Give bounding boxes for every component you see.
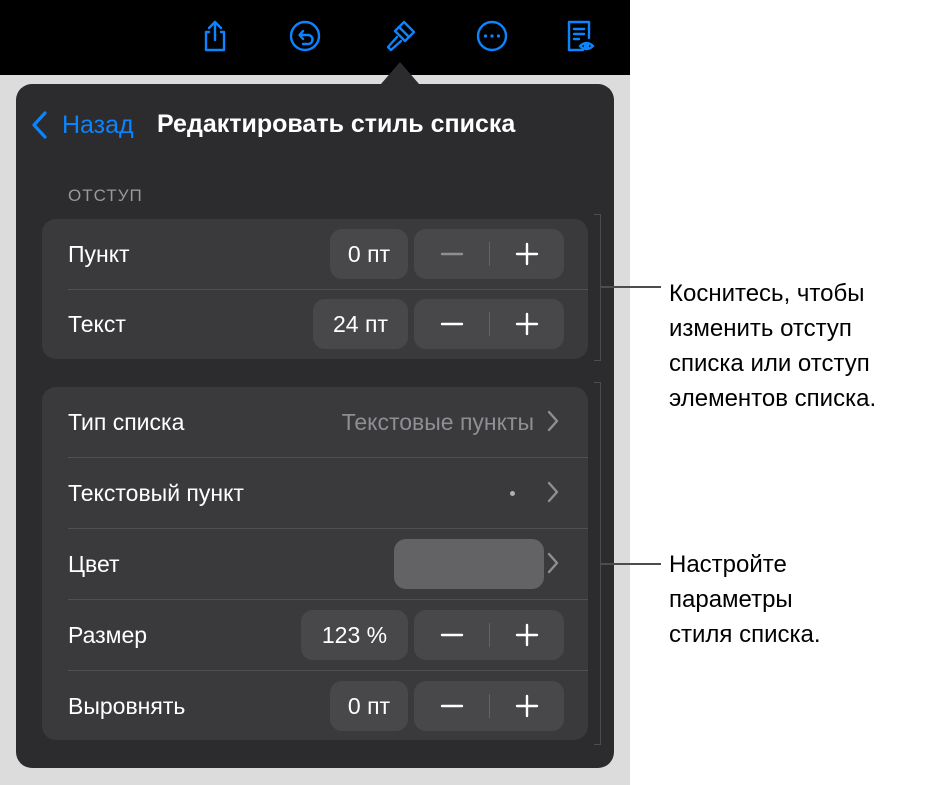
plus-icon — [515, 623, 538, 647]
callout-line: изменить отступ — [669, 315, 852, 342]
indent-bullet-stepper — [414, 229, 564, 279]
indent-bullet-row: Пункт 0 пт — [42, 219, 588, 289]
style-callout-text: Настройте параметры стиля списка. — [669, 547, 821, 652]
indent-text-row: Текст 24 пт — [42, 289, 588, 359]
text-bullet-preview: • — [510, 491, 515, 496]
callout-line: параметры — [669, 586, 793, 613]
size-stepper — [414, 610, 564, 660]
indent-bullet-label: Пункт — [68, 241, 130, 267]
style-callout-bracket — [594, 382, 601, 745]
indent-bullet-decrement-button[interactable] — [414, 229, 489, 279]
list-type-value: Текстовые пункты — [341, 409, 534, 435]
indent-group: Пункт 0 пт Текст 24 пт — [42, 219, 588, 359]
indent-callout-bracket — [594, 214, 601, 361]
indent-text-label: Текст — [68, 311, 126, 337]
more-icon[interactable] — [472, 14, 512, 58]
style-callout-leader — [601, 563, 661, 565]
popover-title: Редактировать стиль списка — [157, 110, 516, 138]
callout-line: Коснитесь, чтобы — [669, 280, 865, 307]
indent-text-increment-button[interactable] — [489, 299, 564, 349]
minus-icon — [440, 252, 463, 256]
color-label: Цвет — [68, 551, 120, 577]
popover-arrow — [381, 62, 419, 84]
callout-line: элементов списка. — [669, 385, 877, 412]
toolbar — [0, 0, 630, 75]
minus-icon — [440, 704, 463, 708]
chevron-right-icon — [547, 552, 559, 574]
back-button[interactable]: Назад — [30, 108, 134, 142]
align-label: Выровнять — [68, 693, 186, 719]
indent-text-value[interactable]: 24 пт — [313, 299, 408, 349]
chevron-left-icon — [32, 111, 47, 139]
align-row: Выровнять 0 пт — [42, 671, 588, 741]
callout-line: списка или отступ — [669, 350, 870, 377]
callout-line: Настройте — [669, 551, 787, 578]
plus-icon — [515, 242, 538, 266]
indent-callout-text: Коснитесь, чтобы изменить отступ списка … — [669, 276, 876, 416]
color-row[interactable]: Цвет — [42, 529, 588, 599]
text-bullet-row[interactable]: Текстовый пункт • — [42, 458, 588, 528]
indent-callout-leader — [601, 286, 661, 288]
popover-nav-bar: Назад Редактировать стиль списка — [16, 104, 614, 144]
indent-bullet-value[interactable]: 0 пт — [330, 229, 408, 279]
plus-icon — [515, 312, 538, 336]
align-increment-button[interactable] — [489, 681, 564, 731]
list-type-row[interactable]: Тип списка Текстовые пункты — [42, 387, 588, 457]
minus-icon — [440, 633, 463, 637]
format-brush-icon[interactable] — [380, 14, 420, 58]
edit-list-style-popover: Назад Редактировать стиль списка ОТСТУП … — [16, 84, 614, 768]
list-type-label: Тип списка — [68, 409, 185, 435]
align-stepper — [414, 681, 564, 731]
ipad-screen: Назад Редактировать стиль списка ОТСТУП … — [0, 0, 630, 785]
list-style-group: Тип списка Текстовые пункты Текстовый пу… — [42, 387, 588, 740]
size-increment-button[interactable] — [489, 610, 564, 660]
minus-icon — [440, 322, 463, 326]
share-icon[interactable] — [195, 14, 235, 58]
size-label: Размер — [68, 622, 148, 648]
chevron-right-icon — [547, 410, 559, 432]
indent-text-decrement-button[interactable] — [414, 299, 489, 349]
size-decrement-button[interactable] — [414, 610, 489, 660]
text-bullet-label: Текстовый пункт — [68, 480, 244, 506]
undo-icon[interactable] — [285, 14, 325, 58]
reading-view-icon[interactable] — [560, 14, 600, 58]
indent-bullet-increment-button[interactable] — [489, 229, 564, 279]
align-value[interactable]: 0 пт — [330, 681, 408, 731]
align-decrement-button[interactable] — [414, 681, 489, 731]
plus-icon — [515, 694, 538, 718]
color-swatch[interactable] — [394, 539, 544, 589]
chevron-right-icon — [547, 481, 559, 503]
callout-line: стиля списка. — [669, 621, 821, 648]
back-label: Назад — [62, 110, 134, 139]
indent-text-stepper — [414, 299, 564, 349]
indent-section-label: ОТСТУП — [68, 186, 143, 205]
size-row: Размер 123 % — [42, 600, 588, 670]
size-value[interactable]: 123 % — [301, 610, 408, 660]
